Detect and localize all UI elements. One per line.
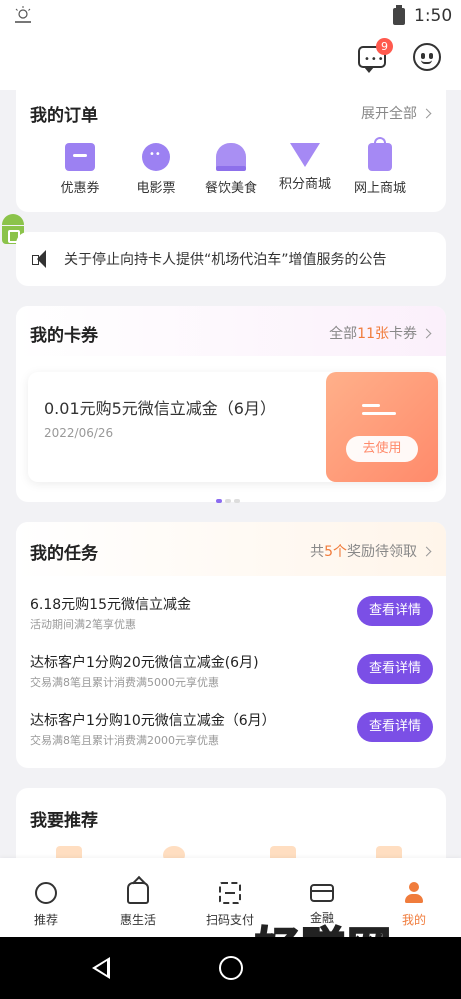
chevron-right-icon: [421, 328, 432, 339]
battery-icon: [393, 5, 405, 25]
tab-scan-pay[interactable]: 扫码支付: [195, 882, 265, 928]
view-details-button[interactable]: 查看详情: [357, 712, 433, 742]
card-coupons-card: 我的卡券 全部11张卡券 0.01元购5元微信立减金（6月） 2022/06/2…: [16, 306, 446, 503]
orders-card: 我的订单 展开全部 优惠券 电影票 餐饮美食 积分商城 网上商城: [16, 88, 446, 212]
order-item-coupon[interactable]: 优惠券: [40, 143, 120, 196]
use-coupon-button[interactable]: 去使用: [346, 436, 418, 462]
tab-life[interactable]: 惠生活: [103, 882, 173, 928]
home-icon[interactable]: [219, 956, 243, 980]
order-item-food[interactable]: 餐饮美食: [191, 143, 271, 196]
all-coupons-link[interactable]: 全部11张卡券: [329, 323, 432, 343]
coupon-side-panel: 去使用: [326, 372, 438, 482]
tasks-card: 我的任务 共5个奖励待领取 6.18元购15元微信立减金 活动期间满2笔享优惠 …: [16, 522, 446, 768]
top-header: ••• 9: [0, 34, 461, 90]
tasks-title: 我的任务: [30, 544, 98, 564]
status-bar: 1:50: [0, 0, 461, 34]
coupon-title: 0.01元购5元微信立减金（6月）: [44, 399, 276, 418]
smile-icon: [421, 60, 432, 64]
view-details-button[interactable]: 查看详情: [357, 654, 433, 684]
bank-logo-icon: [15, 6, 31, 23]
message-button[interactable]: ••• 9: [356, 38, 393, 73]
tab-finance[interactable]: 金融: [287, 882, 357, 926]
points-mall-icon: [290, 143, 320, 167]
clock: 1:50: [414, 6, 453, 26]
recommend-icon: [35, 882, 57, 904]
message-badge: 9: [376, 38, 393, 55]
chevron-right-icon: [421, 546, 432, 557]
recommend-title: 我要推荐: [30, 811, 98, 831]
online-shop-icon: [368, 137, 392, 171]
orders-expand-all-link[interactable]: 展开全部: [361, 103, 432, 123]
orders-title: 我的订单: [30, 106, 98, 126]
view-details-button[interactable]: 查看详情: [357, 596, 433, 626]
life-icon: [127, 882, 149, 904]
coupon-item[interactable]: 0.01元购5元微信立减金（6月） 2022/06/26 去使用: [28, 372, 438, 482]
system-nav-bar: [0, 937, 461, 999]
back-icon[interactable]: [92, 957, 110, 979]
task-row: 达标客户1分购10元微信立减金（6月） 交易满8笔且累计消费满2000元享优惠 …: [16, 710, 446, 760]
card-coupons-title: 我的卡券: [30, 326, 98, 346]
customer-service-button[interactable]: [413, 43, 441, 71]
notice-text: 关于停止向持卡人提供“机场代泊车”增值服务的公告: [64, 252, 387, 268]
bottom-tab-bar: 推荐 惠生活 扫码支付 金融 我的: [0, 858, 461, 937]
scan-pay-icon: [219, 882, 241, 904]
chevron-right-icon: [421, 108, 432, 119]
tab-recommend[interactable]: 推荐: [11, 882, 81, 928]
task-row: 达标客户1分购20元微信立减金(6月) 交易满8笔且累计消费满5000元享优惠 …: [16, 652, 446, 702]
coupon-date: 2022/06/26: [44, 426, 114, 440]
notice-bar[interactable]: 关于停止向持卡人提供“机场代泊车”增值服务的公告: [16, 232, 446, 286]
carousel-indicator: [216, 488, 243, 507]
profile-icon: [403, 882, 425, 904]
food-icon: [216, 143, 246, 171]
movie-icon: [142, 143, 170, 171]
wallet-icon: [310, 884, 334, 902]
speaker-icon: [32, 250, 48, 268]
coupon-icon: [65, 143, 95, 171]
order-item-points-mall[interactable]: 积分商城: [265, 143, 345, 192]
tab-me[interactable]: 我的: [379, 882, 449, 928]
order-item-movie[interactable]: 电影票: [116, 143, 196, 196]
task-row: 6.18元购15元微信立减金 活动期间满2笔享优惠 查看详情: [16, 594, 446, 644]
order-item-online-shop[interactable]: 网上商城: [340, 137, 420, 196]
rewards-pending-link[interactable]: 共5个奖励待领取: [310, 541, 432, 561]
